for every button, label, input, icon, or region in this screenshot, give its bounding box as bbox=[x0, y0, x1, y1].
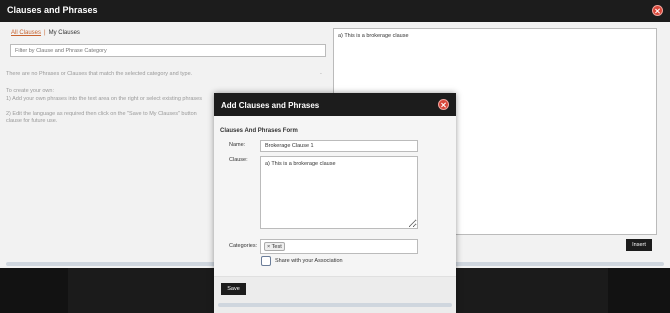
horizontal-scrollbar[interactable] bbox=[218, 303, 452, 307]
name-label: Name: bbox=[229, 142, 246, 148]
empty-state-text: There are no Phrases or Clauses that mat… bbox=[6, 71, 193, 77]
help-line: clause for future use. bbox=[6, 118, 58, 124]
category-chip[interactable]: × Test bbox=[264, 242, 285, 251]
help-line: To create your own: bbox=[6, 88, 54, 94]
categories-field[interactable]: × Test bbox=[260, 239, 418, 254]
chip-label: Test bbox=[271, 244, 282, 250]
add-clause-dialog: Add Clauses and Phrases Clauses And Phra… bbox=[214, 93, 456, 313]
close-icon[interactable] bbox=[652, 5, 663, 16]
close-icon[interactable] bbox=[438, 99, 449, 110]
name-field[interactable] bbox=[260, 140, 418, 152]
modal-title: Clauses and Phrases bbox=[7, 5, 98, 15]
insert-button[interactable]: Insert bbox=[626, 239, 652, 251]
tab-all-clauses[interactable]: All Clauses bbox=[11, 30, 41, 36]
help-line bbox=[6, 103, 216, 111]
categories-label: Categories: bbox=[229, 243, 258, 249]
clause-field[interactable]: a) This is a brokerage clause bbox=[260, 156, 418, 229]
help-line: 1) Add your own phrases into the text ar… bbox=[6, 95, 202, 102]
clause-tabs: All Clauses | My Clauses bbox=[11, 30, 80, 36]
category-filter-input[interactable] bbox=[10, 44, 326, 57]
dialog-footer bbox=[214, 277, 456, 313]
dash-marker: - bbox=[320, 71, 322, 77]
clause-label: Clause: bbox=[229, 157, 248, 163]
share-label: Share with your Association bbox=[275, 258, 343, 264]
form-title: Clauses And Phrases Form bbox=[220, 128, 298, 134]
modal-header: Clauses and Phrases bbox=[0, 0, 670, 22]
help-text: To create your own: 1) Add your own phra… bbox=[6, 88, 216, 126]
chip-remove-icon[interactable]: × bbox=[267, 244, 270, 250]
save-button[interactable]: Save bbox=[221, 283, 246, 295]
share-checkbox[interactable] bbox=[261, 256, 271, 266]
tab-my-clauses[interactable]: My Clauses bbox=[49, 30, 80, 36]
tab-separator: | bbox=[44, 30, 46, 36]
dialog-title: Add Clauses and Phrases bbox=[221, 101, 320, 110]
help-line: 2) Edit the language as required then cl… bbox=[6, 110, 197, 117]
dialog-header: Add Clauses and Phrases bbox=[214, 93, 456, 116]
